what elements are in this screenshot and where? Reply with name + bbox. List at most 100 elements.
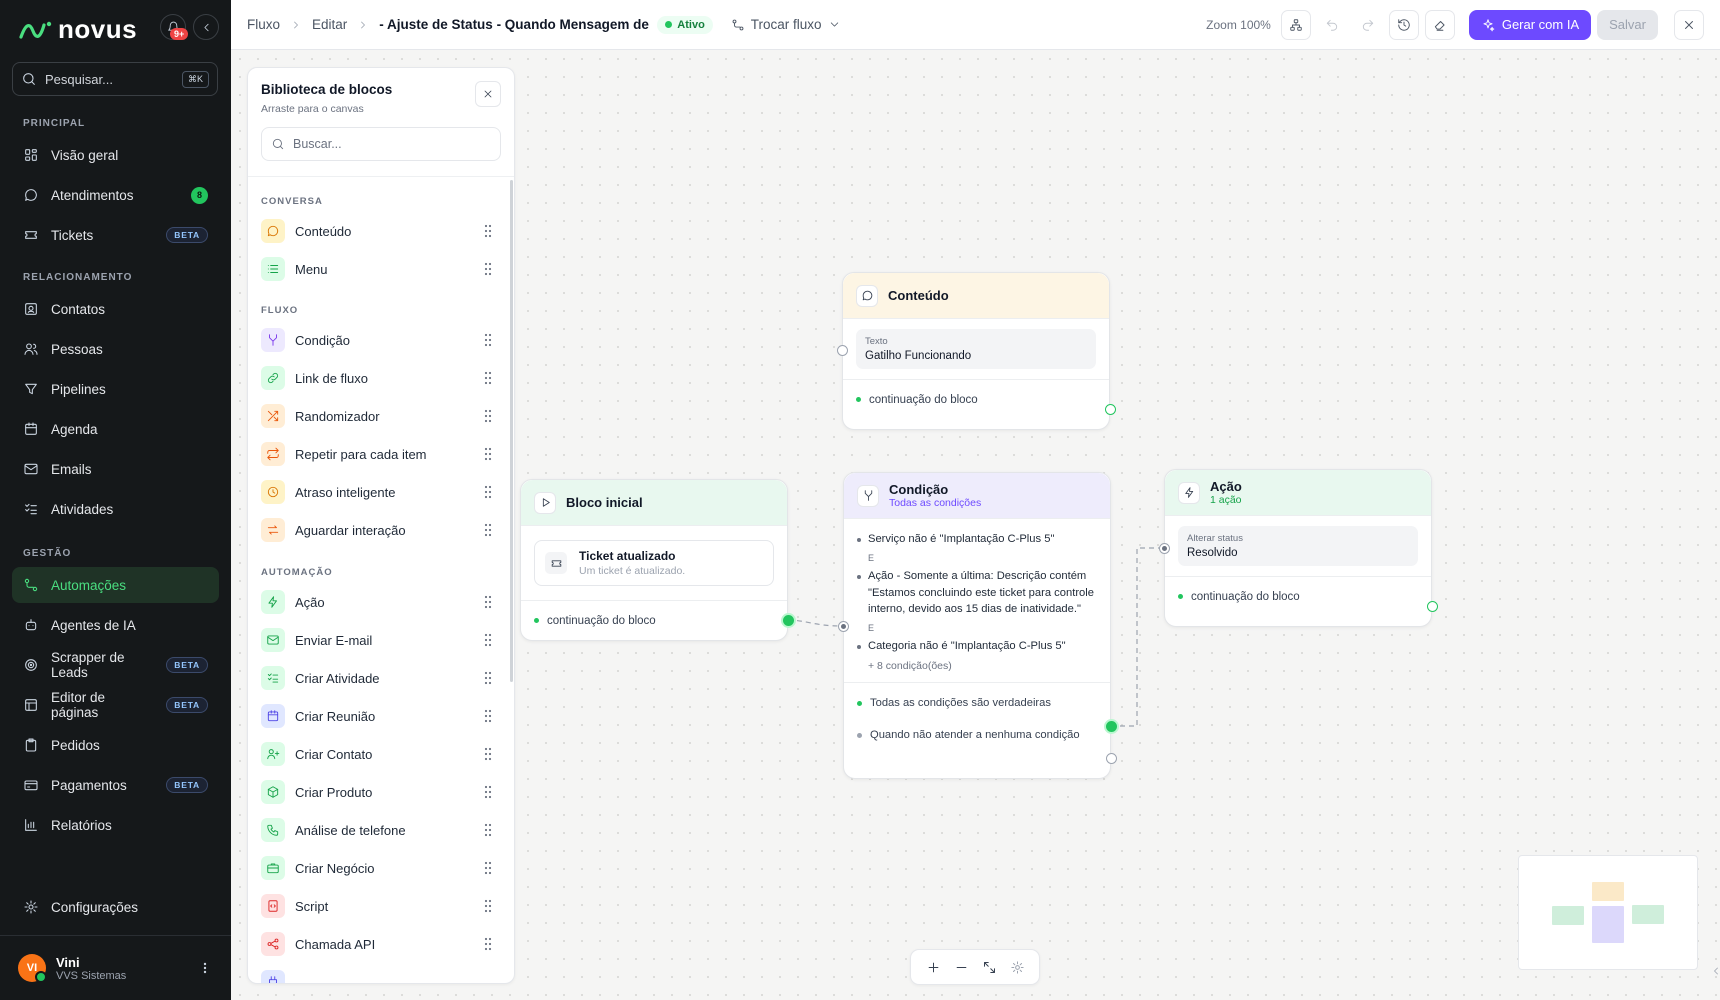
library-item-criar-contato[interactable]: Criar Contato (261, 738, 493, 770)
sidebar-item-tickets[interactable]: Tickets BETA (12, 217, 219, 253)
breadcrumb-fluxo[interactable]: Fluxo (247, 17, 280, 32)
output-false-handle[interactable] (1106, 753, 1117, 764)
library-item-criar-atividade[interactable]: Criar Atividade (261, 662, 493, 694)
drag-handle-icon[interactable] (483, 747, 493, 761)
history-icon (1398, 18, 1410, 31)
library-item-chamada-api[interactable]: Chamada API (261, 928, 493, 960)
output-handle[interactable] (1427, 601, 1438, 612)
more-conditions[interactable]: + 8 condição(ões) (868, 658, 1097, 675)
drag-handle-icon[interactable] (483, 485, 493, 499)
sidebar-item-automacoes[interactable]: Automações (12, 567, 219, 603)
sidebar-item-atendimentos[interactable]: Atendimentos 8 (12, 177, 219, 213)
input-handle[interactable] (838, 621, 849, 632)
condition-rules[interactable]: Serviço não é "Implantação C-Plus 5" E A… (844, 519, 1110, 682)
drag-handle-icon[interactable] (483, 937, 493, 951)
library-item-enviar-email[interactable]: Enviar E-mail (261, 624, 493, 656)
user-org: VVS Sistemas (56, 969, 127, 982)
drag-handle-icon[interactable] (483, 861, 493, 875)
node-status-field[interactable]: Alterar status Resolvido (1178, 526, 1418, 566)
library-scrollbar[interactable] (510, 180, 513, 682)
trigger-card[interactable]: Ticket atualizado Um ticket é atualizado… (534, 540, 774, 586)
redo-icon (1362, 19, 1373, 31)
sidebar-item-emails[interactable]: Emails (12, 451, 219, 487)
sidebar-item-relatorios[interactable]: Relatórios (12, 807, 219, 843)
input-handle[interactable] (1159, 543, 1170, 554)
library-item-menu[interactable]: Menu (261, 253, 493, 285)
sidebar-item-configuracoes[interactable]: Configurações (12, 889, 219, 925)
drag-handle-icon[interactable] (483, 224, 493, 238)
save-button[interactable]: Salvar (1597, 9, 1658, 40)
library-item-atraso[interactable]: Atraso inteligente (261, 476, 493, 508)
flow-node-condicao[interactable]: Condição Todas as condições Serviço não … (838, 472, 1117, 779)
more-vertical-icon[interactable] (197, 960, 213, 976)
library-item-criar-reuniao[interactable]: Criar Reunião (261, 700, 493, 732)
sidebar-item-agentes-ia[interactable]: Agentes de IA (12, 607, 219, 643)
input-handle[interactable] (837, 345, 848, 356)
flow-node-bloco-inicial[interactable]: Bloco inicial Ticket atualizado Um ticke… (520, 479, 794, 641)
auto-layout-button[interactable] (1280, 9, 1311, 40)
drag-handle-icon[interactable] (483, 671, 493, 685)
fit-view-icon[interactable] (982, 960, 997, 975)
sidebar-item-pessoas[interactable]: Pessoas (12, 331, 219, 367)
drag-handle-icon[interactable] (483, 371, 493, 385)
sidebar-item-editor-paginas[interactable]: Editor de páginas BETA (12, 687, 219, 723)
library-item-analise-telefone[interactable]: Análise de telefone (261, 814, 493, 846)
close-library-button[interactable] (475, 81, 501, 107)
generate-with-ai-button[interactable]: Gerar com IA (1468, 9, 1592, 40)
drag-handle-icon[interactable] (483, 785, 493, 799)
library-item-condicao[interactable]: Condição (261, 324, 493, 356)
drag-handle-icon[interactable] (483, 823, 493, 837)
close-editor-button[interactable] (1674, 9, 1704, 40)
library-item-link-fluxo[interactable]: Link de fluxo (261, 362, 493, 394)
phone-icon (261, 818, 285, 842)
library-item-criar-produto[interactable]: Criar Produto (261, 776, 493, 808)
sidebar-item-scrapper-leads[interactable]: Scrapper de Leads BETA (12, 647, 219, 683)
sidebar-item-pipelines[interactable]: Pipelines (12, 371, 219, 407)
minimap[interactable] (1518, 855, 1698, 970)
library-item-conteudo[interactable]: Conteúdo (261, 215, 493, 247)
library-search-input[interactable]: Buscar... (261, 127, 501, 161)
chevron-left-icon[interactable] (1710, 965, 1720, 977)
sidebar-item-pedidos[interactable]: Pedidos (12, 727, 219, 763)
novus-logo[interactable]: novus (18, 14, 137, 45)
drag-handle-icon[interactable] (483, 333, 493, 347)
switch-flow-dropdown[interactable]: Trocar fluxo (731, 17, 841, 32)
library-item-repetir[interactable]: Repetir para cada item (261, 438, 493, 470)
library-item-criar-negocio[interactable]: Criar Negócio (261, 852, 493, 884)
sidebar-item-atividades[interactable]: Atividades (12, 491, 219, 527)
redo-button[interactable] (1352, 9, 1383, 40)
global-search-input[interactable]: Pesquisar... ⌘K (12, 62, 218, 96)
library-item-script[interactable]: Script (261, 890, 493, 922)
drag-handle-icon[interactable] (483, 709, 493, 723)
library-item-aguardar[interactable]: Aguardar interação (261, 514, 493, 546)
output-handle[interactable] (1105, 404, 1116, 415)
drag-handle-icon[interactable] (483, 523, 493, 537)
undo-button[interactable] (1316, 9, 1347, 40)
collapse-sidebar-button[interactable] (193, 14, 219, 40)
zoom-in-icon[interactable] (926, 960, 941, 975)
output-handle[interactable] (783, 615, 794, 626)
drag-handle-icon[interactable] (483, 262, 493, 276)
breadcrumb-editar[interactable]: Editar (312, 17, 347, 32)
library-item-acao[interactable]: Ação (261, 586, 493, 618)
output-true-handle[interactable] (1106, 721, 1117, 732)
sidebar-item-contatos[interactable]: Contatos (12, 291, 219, 327)
sidebar-item-visao-geral[interactable]: Visão geral (12, 137, 219, 173)
drag-handle-icon[interactable] (483, 633, 493, 647)
library-item-partial[interactable] (261, 966, 493, 983)
sidebar-item-agenda[interactable]: Agenda (12, 411, 219, 447)
zoom-out-icon[interactable] (954, 960, 969, 975)
sidebar-item-pagamentos[interactable]: Pagamentos BETA (12, 767, 219, 803)
flow-node-conteudo[interactable]: Conteúdo Texto Gatilho Funcionando conti… (837, 272, 1116, 430)
history-button[interactable] (1388, 9, 1419, 40)
gear-icon[interactable] (1010, 960, 1025, 975)
drag-handle-icon[interactable] (483, 447, 493, 461)
flow-node-acao[interactable]: Ação 1 ação Alterar status Resolvido con… (1159, 469, 1438, 627)
drag-handle-icon[interactable] (483, 409, 493, 423)
drag-handle-icon[interactable] (483, 595, 493, 609)
drag-handle-icon[interactable] (483, 899, 493, 913)
node-text-field[interactable]: Texto Gatilho Funcionando (856, 329, 1096, 369)
library-item-randomizador[interactable]: Randomizador (261, 400, 493, 432)
clear-button[interactable] (1424, 9, 1455, 40)
user-profile[interactable]: VI Vini VVS Sistemas (0, 935, 231, 1000)
